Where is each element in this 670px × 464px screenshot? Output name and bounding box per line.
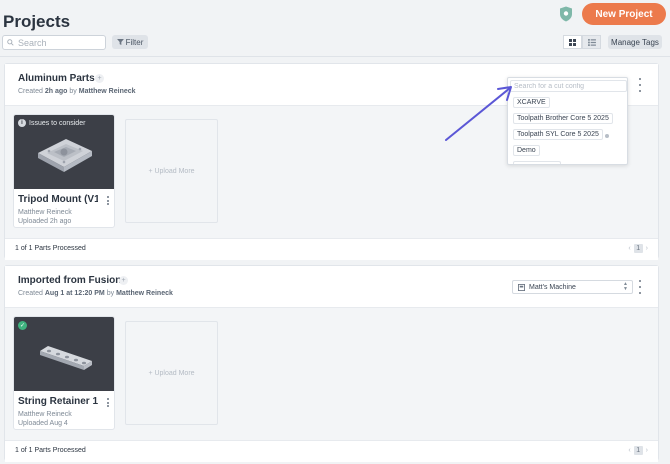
- project-menu-icon[interactable]: [637, 78, 643, 92]
- cut-config-option[interactable]: Toolpath SYL Core 5 2025: [513, 129, 603, 140]
- next-page-icon[interactable]: ›: [646, 447, 648, 454]
- part-name: Tripod Mount (V1...: [18, 194, 98, 205]
- filter-icon: [116, 39, 124, 45]
- cut-config-option[interactable]: Demo: [513, 145, 540, 156]
- project-meta: Created 2h ago by Matthew Reineck: [18, 88, 136, 95]
- issues-badge: i Issues to consider: [18, 119, 85, 127]
- part-card[interactable]: i Issues to consider Tripod Mount (V1...…: [13, 114, 115, 228]
- prev-page-icon[interactable]: ‹: [628, 245, 630, 252]
- upload-more-tile[interactable]: + Upload More: [125, 119, 218, 223]
- project-name: Imported from Fusion: [18, 275, 122, 286]
- filter-label: Filter: [125, 37, 144, 47]
- cut-config-search-input[interactable]: [510, 80, 627, 92]
- page-number[interactable]: 1: [633, 244, 643, 253]
- part-menu-icon[interactable]: [105, 398, 111, 407]
- parts-processed: 1 of 1 Parts Processed: [15, 245, 86, 252]
- selected-dot-icon: [605, 134, 609, 138]
- part-uploaded: Uploaded Aug 4: [18, 420, 68, 427]
- part-thumbnail: ✓: [14, 317, 114, 391]
- part-name: String Retainer 15: [18, 396, 98, 407]
- parts-processed: 1 of 1 Parts Processed: [15, 447, 86, 454]
- search-box: [2, 35, 106, 50]
- part-owner: Matthew Reineck: [18, 209, 72, 216]
- cut-config-option[interactable]: XCARVE: [513, 97, 550, 108]
- filter-button[interactable]: Filter: [112, 35, 148, 49]
- divider: [0, 56, 670, 57]
- project-footer: 1 of 1 Parts Processed ‹ 1 ›: [5, 440, 658, 462]
- pagination: ‹ 1 ›: [628, 446, 648, 455]
- next-page-icon[interactable]: ›: [646, 245, 648, 252]
- top-strip: [0, 0, 670, 4]
- cut-config-option[interactable]: Toolpath Brother Core 5 2025: [513, 113, 613, 124]
- manage-tags-button[interactable]: Manage Tags: [608, 35, 662, 49]
- part-card[interactable]: ✓ String Retainer 15 Matthew Reineck Upl…: [13, 316, 115, 430]
- cut-config-dropdown: XCARVE Toolpath Brother Core 5 2025 Tool…: [507, 77, 628, 165]
- new-project-button[interactable]: New Project: [582, 3, 666, 25]
- project-name: Aluminum Parts: [18, 73, 95, 84]
- shield-icon[interactable]: [559, 6, 573, 22]
- add-tag-icon[interactable]: +: [95, 74, 104, 83]
- info-icon: i: [18, 119, 26, 127]
- pagination: ‹ 1 ›: [628, 244, 648, 253]
- part-uploaded: Uploaded 2h ago: [18, 218, 72, 225]
- view-toggle: [563, 35, 601, 49]
- check-icon: ✓: [18, 321, 27, 330]
- project-footer: 1 of 1 Parts Processed ‹ 1 ›: [5, 238, 658, 260]
- dropdown-scroll-edge: [513, 161, 561, 164]
- add-tag-icon[interactable]: +: [119, 276, 128, 285]
- grid-icon: [569, 38, 576, 46]
- project-header: Imported from Fusion + Created Aug 1 at …: [5, 266, 658, 308]
- list-view-button[interactable]: [582, 35, 601, 49]
- grid-view-button[interactable]: [563, 35, 582, 49]
- part-thumbnail: i Issues to consider: [14, 115, 114, 189]
- upload-more-tile[interactable]: + Upload More: [125, 321, 218, 425]
- page-number[interactable]: 1: [633, 446, 643, 455]
- page-title: Projects: [3, 12, 71, 31]
- project-body: ✓ String Retainer 15 Matthew Reineck Upl…: [5, 308, 658, 440]
- updown-icon: ▲ ▼: [623, 281, 628, 292]
- project-meta: Created Aug 1 at 12:20 PM by Matthew Rei…: [18, 290, 173, 297]
- prev-page-icon[interactable]: ‹: [628, 447, 630, 454]
- list-icon: [587, 38, 596, 46]
- part-render-image: [40, 346, 92, 370]
- search-input[interactable]: [18, 37, 103, 48]
- machine-name: Matt's Machine: [529, 283, 576, 291]
- machine-select[interactable]: Matt's Machine ▲ ▼: [512, 280, 633, 294]
- project-menu-icon[interactable]: [637, 280, 643, 294]
- project-card: Imported from Fusion + Created Aug 1 at …: [4, 265, 659, 462]
- part-menu-icon[interactable]: [105, 196, 111, 205]
- search-icon: [7, 39, 14, 46]
- machine-icon: [518, 283, 525, 291]
- part-owner: Matthew Reineck: [18, 411, 72, 418]
